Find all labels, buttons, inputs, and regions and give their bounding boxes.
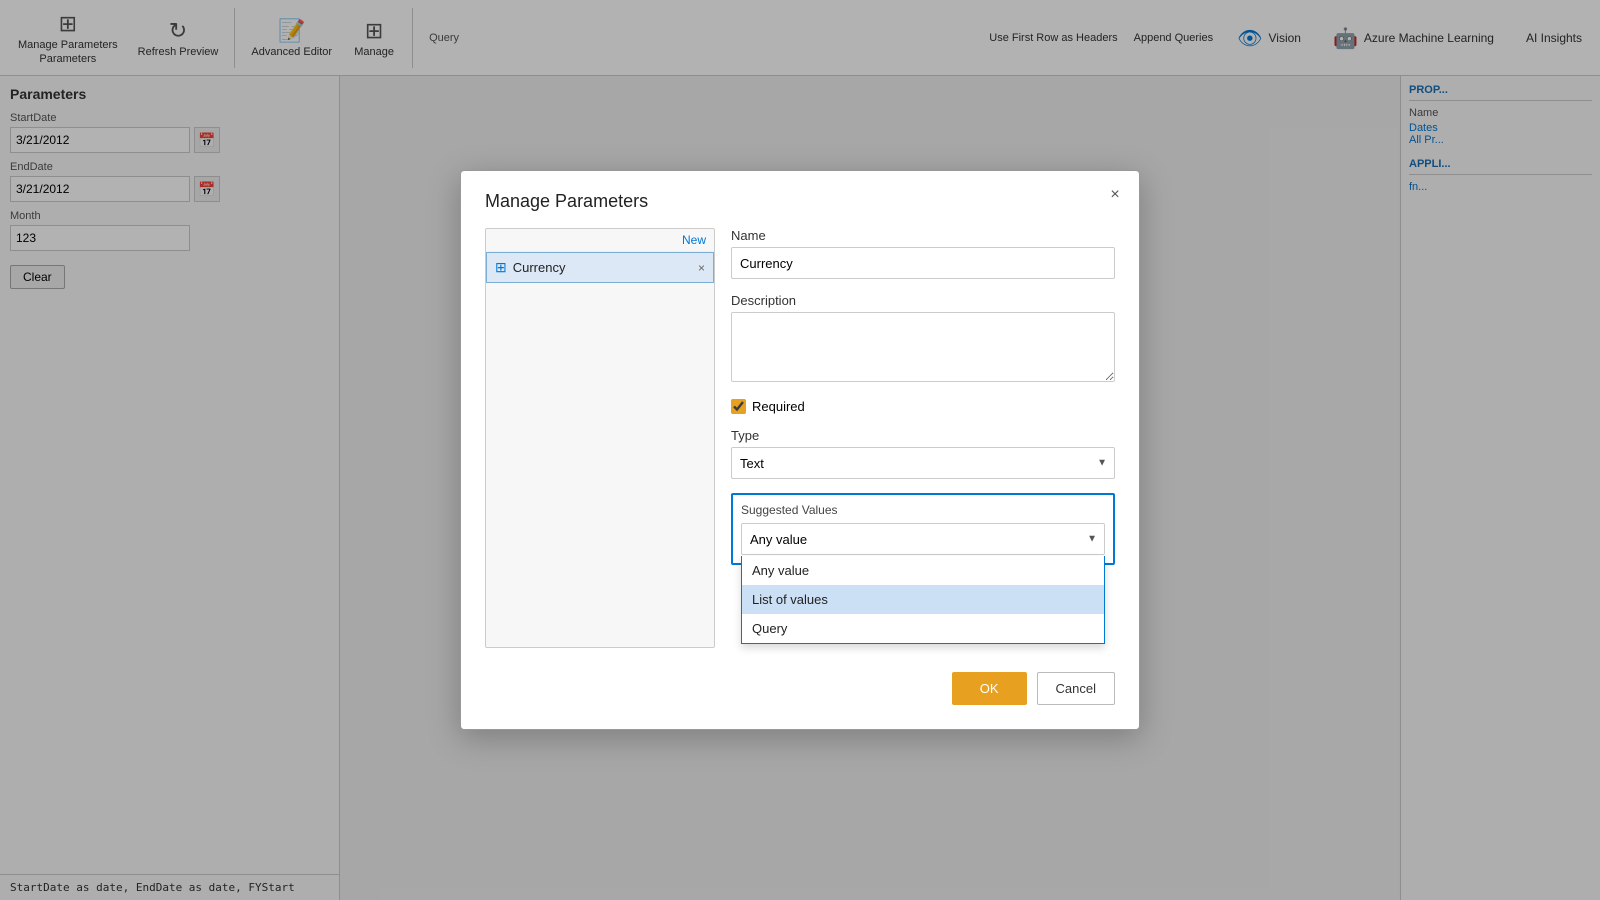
dropdown-option-any-value[interactable]: Any value (742, 556, 1104, 585)
suggested-values-select[interactable]: Any value List of values Query (741, 523, 1105, 555)
new-parameter-link[interactable]: New (486, 229, 714, 252)
modal-title: Manage Parameters (485, 191, 648, 212)
type-form-label: Type (731, 428, 1115, 443)
currency-parameter-item[interactable]: ⊞ Currency × (486, 252, 714, 283)
suggested-values-section: Suggested Values Any value List of value… (731, 493, 1115, 565)
parameter-item-icon: ⊞ (495, 259, 507, 276)
modal-title-bar: Manage Parameters (485, 191, 1115, 212)
suggested-select-wrapper: Any value List of values Query ▼ Any val… (741, 523, 1105, 555)
parameter-list-panel: New ⊞ Currency × (485, 228, 715, 648)
modal-body: New ⊞ Currency × Name Description (485, 228, 1115, 648)
type-select[interactable]: Text Number Date DateTime Logical (731, 447, 1115, 479)
suggested-values-label: Suggested Values (741, 503, 1105, 517)
required-label: Required (752, 399, 805, 414)
required-checkbox-row: Required (731, 399, 1115, 414)
modal-footer: OK Cancel (485, 672, 1115, 705)
type-form-row: Type Text Number Date DateTime Logical ▼ (731, 428, 1115, 479)
description-textarea[interactable] (731, 312, 1115, 382)
parameter-item-close[interactable]: × (698, 261, 705, 275)
name-form-label: Name (731, 228, 1115, 243)
ok-button[interactable]: OK (952, 672, 1027, 705)
description-form-label: Description (731, 293, 1115, 308)
parameter-item-label: Currency (513, 260, 692, 275)
name-form-input[interactable] (731, 247, 1115, 279)
modal-overlay: Manage Parameters × New ⊞ Currency × Nam… (0, 0, 1600, 900)
description-form-row: Description (731, 293, 1115, 385)
name-form-row: Name (731, 228, 1115, 279)
suggested-values-dropdown: Any value List of values Query (741, 556, 1105, 644)
parameter-form-panel: Name Description Required Type (731, 228, 1115, 648)
manage-parameters-modal: Manage Parameters × New ⊞ Currency × Nam… (460, 170, 1140, 730)
type-select-wrapper: Text Number Date DateTime Logical ▼ (731, 447, 1115, 479)
modal-close-button[interactable]: × (1103, 183, 1127, 207)
dropdown-option-list-of-values[interactable]: List of values (742, 585, 1104, 614)
cancel-button[interactable]: Cancel (1037, 672, 1115, 705)
required-checkbox[interactable] (731, 399, 746, 414)
dropdown-option-query[interactable]: Query (742, 614, 1104, 643)
